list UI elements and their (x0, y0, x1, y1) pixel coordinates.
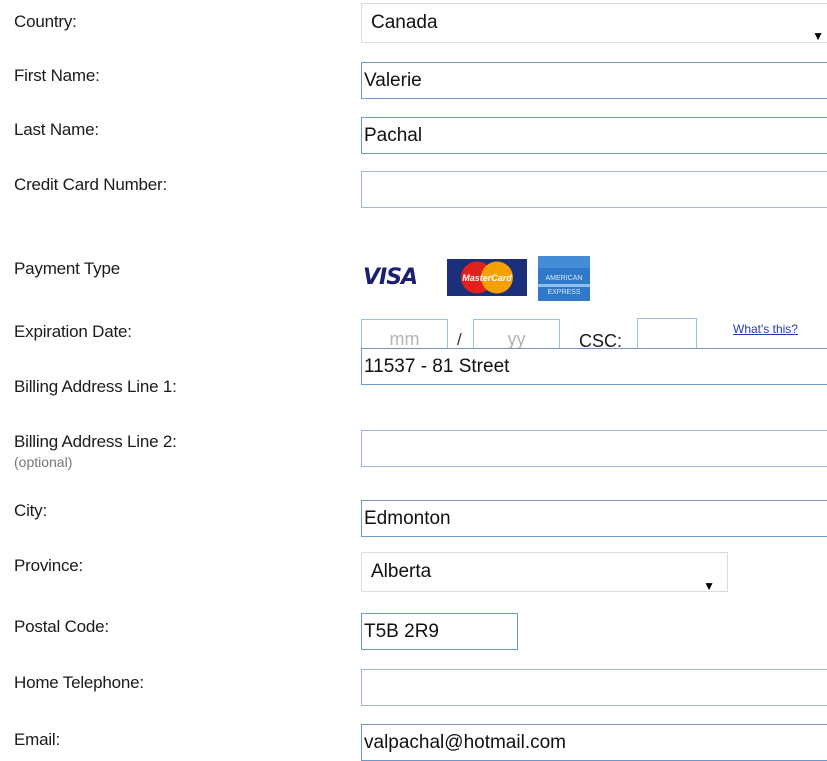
email-label: Email: (14, 730, 61, 749)
card-number-field[interactable] (361, 171, 827, 208)
expiration-separator: / (457, 330, 462, 349)
home-phone-label: Home Telephone: (14, 673, 144, 692)
province-select[interactable]: Alberta ▼ (361, 552, 728, 593)
first-name-field[interactable]: Valerie (361, 62, 827, 99)
city-field[interactable]: Edmonton (361, 500, 827, 537)
first-name-label: First Name: (14, 66, 100, 85)
address2-hint: (optional) (14, 454, 73, 470)
payment-type-label: Payment Type (14, 259, 120, 278)
card-number-label: Credit Card Number: (14, 175, 168, 194)
address2-label: Billing Address Line 2: (14, 432, 177, 451)
address2-field[interactable] (361, 430, 827, 467)
postal-code-label: Postal Code: (14, 617, 109, 636)
expiration-label: Expiration Date: (14, 322, 132, 341)
visa-card-icon: VISA (363, 265, 418, 290)
chevron-down-icon: ▼ (812, 29, 824, 43)
city-label: City: (14, 501, 48, 520)
svg-text:AMERICAN: AMERICAN (546, 275, 583, 282)
country-select[interactable]: Canada ▼ (361, 3, 827, 43)
home-phone-field[interactable] (361, 669, 827, 706)
mastercard-card-icon: MasterCard (447, 259, 527, 296)
address1-label: Billing Address Line 1: (14, 377, 177, 396)
email-field[interactable]: valpachal@hotmail.com (361, 724, 827, 761)
amex-card-icon: AMERICAN EXPRESS (538, 256, 590, 301)
whats-this-link[interactable]: What's this? (733, 322, 798, 336)
country-value: Canada (371, 12, 438, 33)
address1-field[interactable]: 11537 - 81 Street (361, 348, 827, 385)
province-value: Alberta (371, 561, 432, 582)
chevron-down-icon: ▼ (703, 579, 715, 593)
postal-code-field[interactable]: T5B 2R9 (361, 613, 518, 650)
last-name-field[interactable]: Pachal (361, 117, 827, 154)
svg-text:EXPRESS: EXPRESS (547, 289, 580, 296)
svg-text:MasterCard: MasterCard (462, 273, 512, 283)
country-label: Country: (14, 12, 77, 31)
province-label: Province: (14, 556, 84, 575)
last-name-label: Last Name: (14, 120, 99, 139)
